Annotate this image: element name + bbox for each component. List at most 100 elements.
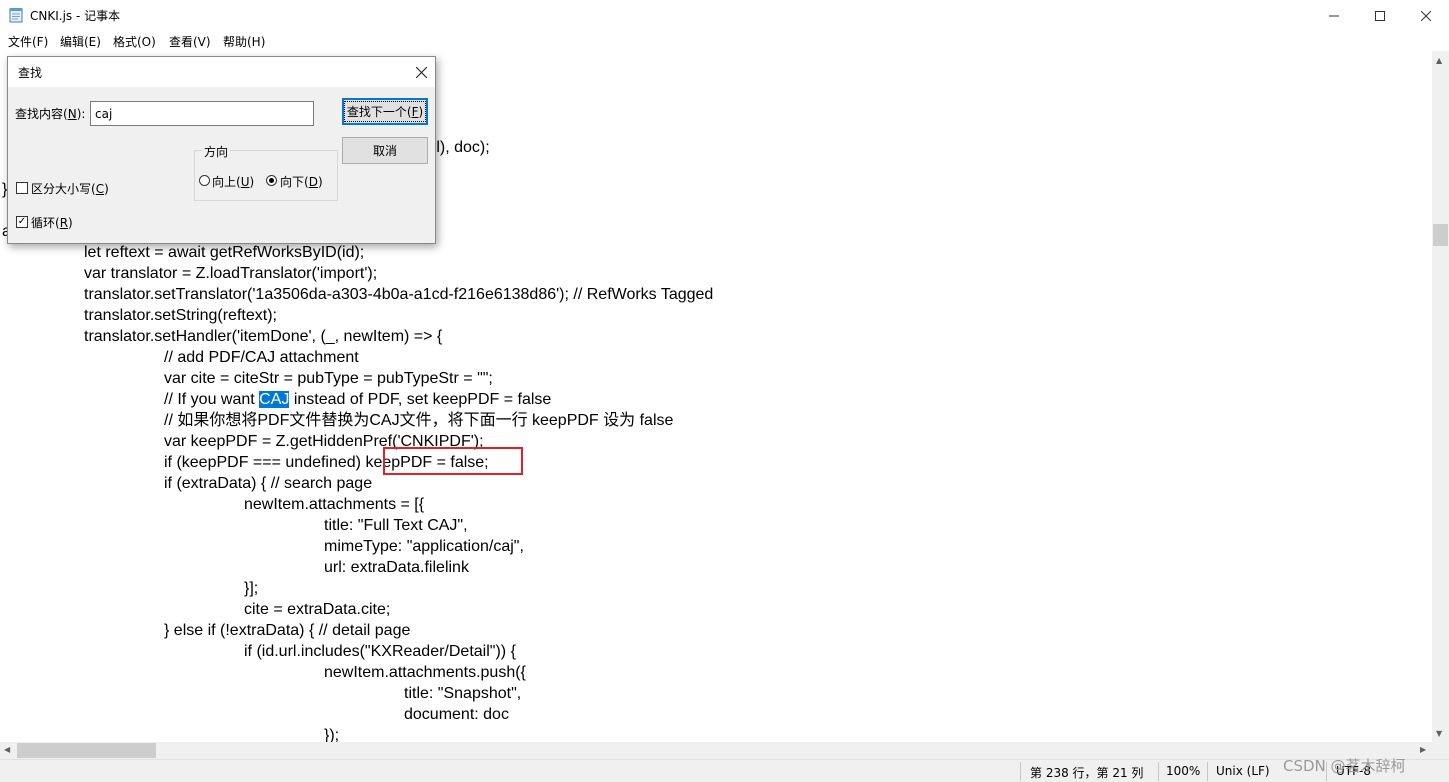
close-icon <box>415 66 427 78</box>
horizontal-scrollbar[interactable] <box>0 742 1432 759</box>
code-text: newItem.attachments = [{ <box>244 496 425 513</box>
scrollbar-corner <box>1432 742 1449 759</box>
scroll-down-icon[interactable]: ▼ <box>1436 729 1442 738</box>
code-line: newItem.attachments = [{ <box>244 494 424 515</box>
minimize-button[interactable] <box>1311 0 1357 31</box>
code-line: translator.setString(reftext); <box>84 305 277 326</box>
code-text: }]; <box>244 580 259 597</box>
code-text: title: "Snapshot", <box>404 685 522 702</box>
code-line: cite = extraData.cite; <box>244 599 390 620</box>
code-line: document: doc <box>404 704 509 725</box>
code-text: cite = extraData.cite; <box>244 601 391 618</box>
code-text: // If you want <box>164 391 260 408</box>
title-bar[interactable]: CNKI.js - 记事本 <box>0 0 1449 31</box>
direction-up-label[interactable]: 向上(U) <box>212 173 254 190</box>
status-separator <box>1158 762 1159 781</box>
code-line: let reftext = await getRefWorksByID(id); <box>84 242 364 263</box>
code-line: translator.setHandler('itemDone', (_, ne… <box>84 326 442 347</box>
find-next-button[interactable]: 查找下一个(F) <box>342 98 428 125</box>
code-text: if (extraData) { // search page <box>164 475 373 492</box>
status-bar: 第 238 行，第 21 列 100% Unix (LF) UTF-8 <box>0 759 1449 782</box>
find-dialog: 查找 查找内容(N): 查找下一个(F) 取消 方向 向上(U) 向下(D) 区… <box>7 56 436 244</box>
scroll-right-icon[interactable]: ▶ <box>1420 745 1426 754</box>
code-text: mimeType: "application/caj", <box>324 538 524 555</box>
code-text: newItem.attachments.push({ <box>324 664 526 681</box>
menu-bar: 文件(F) 编辑(E) 格式(O) 查看(V) 帮助(H) <box>0 31 1449 51</box>
code-text: translator.setHandler('itemDone', (_, ne… <box>84 328 443 345</box>
code-line: }]; <box>244 578 258 599</box>
horizontal-scroll-thumb[interactable] <box>17 743 156 758</box>
direction-down-radio[interactable] <box>266 175 277 186</box>
maximize-button[interactable] <box>1357 0 1403 31</box>
vertical-scroll-thumb[interactable] <box>1433 224 1448 246</box>
find-what-input[interactable] <box>90 101 314 126</box>
code-line: // If you want CAJ instead of PDF, set k… <box>164 389 551 410</box>
code-text: } else if (!extraData) { // detail page <box>164 622 411 639</box>
code-text: var cite = citeStr = pubType = pubTypeSt… <box>164 370 493 387</box>
status-cursor-position: 第 238 行，第 21 列 <box>1030 766 1144 780</box>
find-dialog-close-button[interactable] <box>410 61 432 83</box>
code-line: newItem.attachments.push({ <box>324 662 526 683</box>
scroll-up-icon[interactable]: ▲ <box>1436 56 1442 65</box>
window-title: CNKI.js - 记事本 <box>30 9 121 23</box>
code-line: if (id.url.includes("KXReader/Detail")) … <box>244 641 516 662</box>
menu-view[interactable]: 查看(V) <box>169 33 211 50</box>
wrap-around-label[interactable]: 循环(R) <box>31 214 73 231</box>
code-line: }); <box>324 725 339 742</box>
annotation-highlight-box <box>383 447 523 475</box>
code-text: url: extraData.filelink <box>324 559 469 576</box>
code-line: var translator = Z.loadTranslator('impor… <box>84 263 377 284</box>
code-text: title: "Full Text CAJ", <box>324 517 468 534</box>
find-dialog-title-bar[interactable]: 查找 <box>8 57 435 87</box>
code-line: translator.setTranslator('1a3506da-a303-… <box>84 284 713 305</box>
direction-up-radio[interactable] <box>199 175 210 186</box>
code-text: translator.setString(reftext); <box>84 307 277 324</box>
code-text: // 如果你想将PDF文件替换为CAJ文件，将下面一行 keepPDF 设为 f… <box>164 412 674 429</box>
code-line: if (extraData) { // search page <box>164 473 372 494</box>
direction-label: 方向 <box>202 143 231 160</box>
menu-help[interactable]: 帮助(H) <box>223 33 265 50</box>
code-text: let reftext = await getRefWorksByID(id); <box>84 244 365 261</box>
status-separator <box>1020 762 1021 781</box>
status-line-ending: Unix (LF) <box>1216 764 1270 778</box>
cancel-button[interactable]: 取消 <box>342 137 428 164</box>
code-text: // add PDF/CAJ attachment <box>164 349 359 366</box>
status-zoom: 100% <box>1166 764 1201 778</box>
match-case-label[interactable]: 区分大小写(C) <box>31 180 109 197</box>
notepad-icon <box>9 8 23 23</box>
maximize-icon <box>1375 10 1385 21</box>
menu-file[interactable]: 文件(F) <box>8 33 48 50</box>
code-line: // add PDF/CAJ attachment <box>164 347 359 368</box>
close-icon <box>1421 10 1431 21</box>
menu-edit[interactable]: 编辑(E) <box>60 33 101 50</box>
code-text: translator.setTranslator('1a3506da-a303-… <box>84 286 714 303</box>
code-text: rl), doc); <box>431 139 490 156</box>
status-separator <box>1207 762 1208 781</box>
match-case-checkbox[interactable] <box>16 182 28 194</box>
code-line: } else if (!extraData) { // detail page <box>164 620 410 641</box>
code-line: rl), doc); <box>431 137 490 158</box>
find-what-label: 查找内容(N): <box>15 107 86 121</box>
code-text: instead of PDF, set keepPDF = false <box>289 391 552 408</box>
code-line: mimeType: "application/caj", <box>324 536 524 557</box>
find-dialog-title: 查找 <box>18 66 43 80</box>
code-line: title: "Full Text CAJ", <box>324 515 468 536</box>
code-text: }); <box>324 727 340 742</box>
code-line: url: extraData.filelink <box>324 557 469 578</box>
code-text: var translator = Z.loadTranslator('impor… <box>84 265 378 282</box>
vertical-scrollbar[interactable] <box>1432 51 1449 742</box>
wrap-around-checkbox[interactable]: ✓ <box>16 216 28 228</box>
checkmark-icon: ✓ <box>17 216 27 227</box>
watermark: CSDN @茗木辞柯 <box>1283 757 1406 775</box>
menu-format[interactable]: 格式(O) <box>113 33 156 50</box>
code-text: document: doc <box>404 706 509 723</box>
close-button[interactable] <box>1403 0 1449 31</box>
code-line: var cite = citeStr = pubType = pubTypeSt… <box>164 368 493 389</box>
code-line: // 如果你想将PDF文件替换为CAJ文件，将下面一行 keepPDF 设为 f… <box>164 410 673 431</box>
scroll-left-icon[interactable]: ◀ <box>4 745 10 754</box>
direction-down-label[interactable]: 向下(D) <box>280 173 323 190</box>
minimize-icon <box>1329 15 1339 16</box>
code-text: if (id.url.includes("KXReader/Detail")) … <box>244 643 516 660</box>
search-match-highlight: CAJ <box>259 391 290 408</box>
code-line: title: "Snapshot", <box>404 683 521 704</box>
